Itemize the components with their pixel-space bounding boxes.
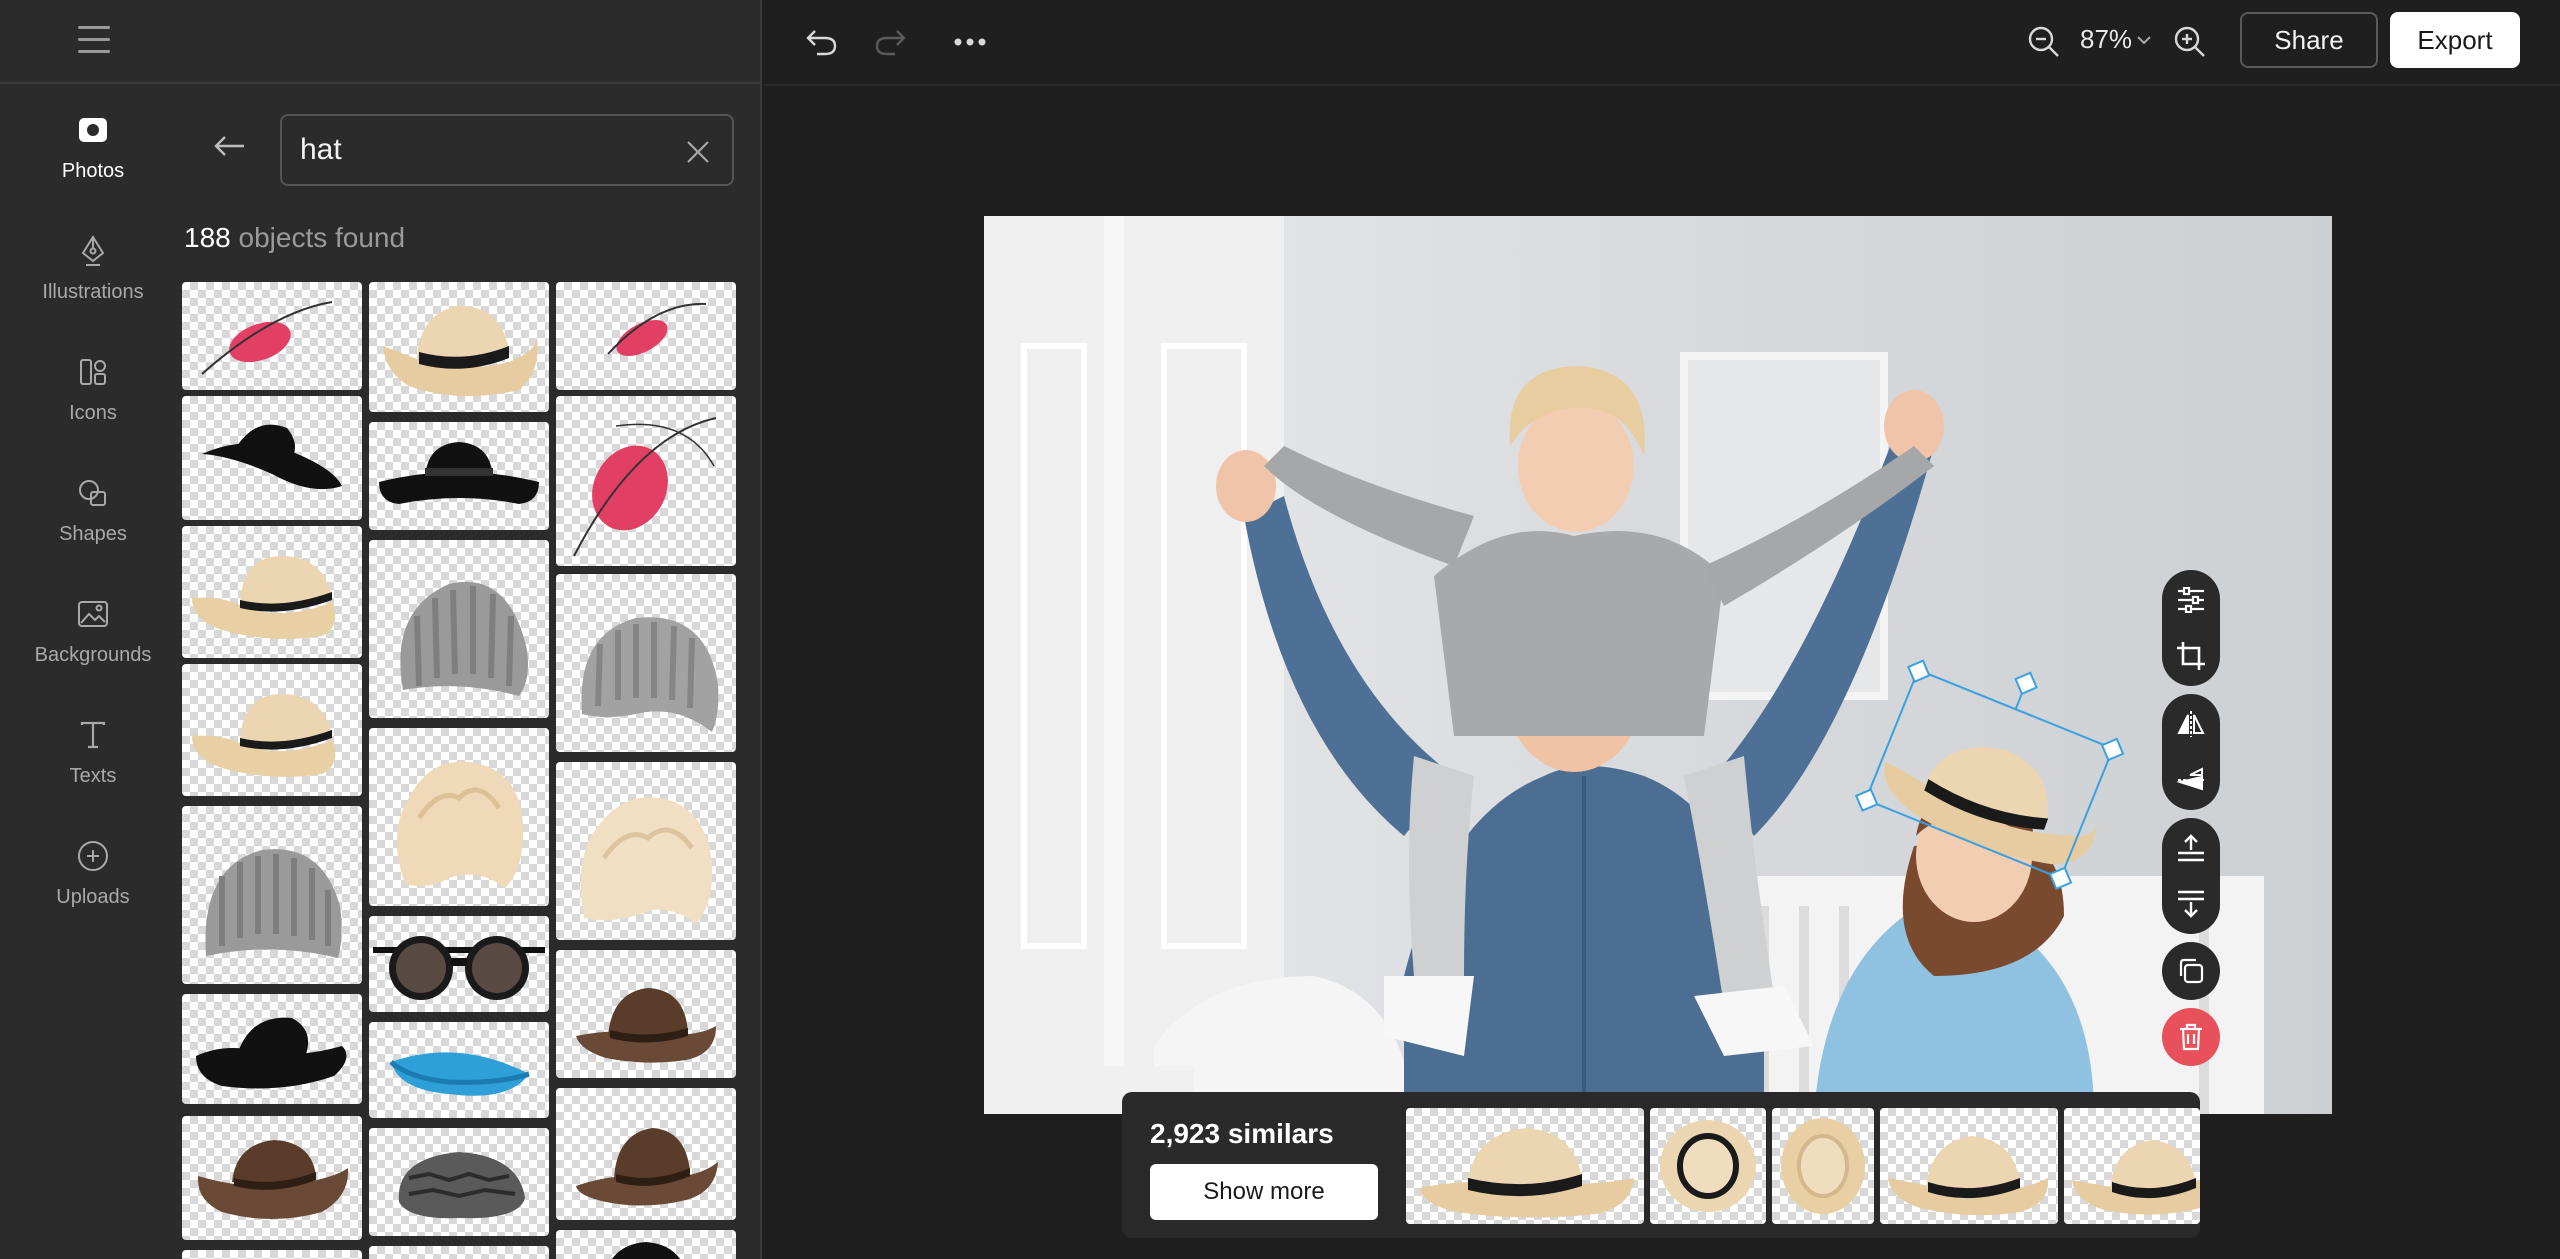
result-thumb[interactable] xyxy=(556,762,736,940)
similar-thumb[interactable] xyxy=(1880,1108,2058,1224)
result-thumb[interactable] xyxy=(182,664,362,796)
redo-icon[interactable] xyxy=(868,20,912,64)
delete-icon[interactable] xyxy=(2162,1009,2220,1065)
similar-thumb[interactable] xyxy=(1406,1108,1644,1224)
result-thumb[interactable] xyxy=(369,728,549,906)
similars-count: 2,923 similars xyxy=(1150,1118,1334,1149)
tool-group-duplicate xyxy=(2162,942,2220,1000)
rail-label: Uploads xyxy=(56,886,130,908)
result-thumb[interactable] xyxy=(556,950,736,1078)
similar-thumb[interactable] xyxy=(1650,1108,1766,1224)
rail-label: Illustrations xyxy=(42,281,144,303)
category-rail: Photos Illustrations Icons Shapes Backgr… xyxy=(0,86,186,933)
export-button[interactable]: Export xyxy=(2390,12,2520,68)
result-thumb[interactable] xyxy=(556,396,736,566)
tool-group-edit xyxy=(2162,570,2220,686)
adjust-sliders-icon[interactable] xyxy=(2162,572,2220,628)
result-thumb[interactable] xyxy=(556,1230,736,1259)
icons-grid-icon xyxy=(73,352,113,392)
result-thumb[interactable] xyxy=(369,916,549,1012)
rail-item-shapes[interactable]: Shapes xyxy=(0,449,186,570)
result-thumb[interactable] xyxy=(182,806,362,984)
rail-item-icons[interactable]: Icons xyxy=(0,328,186,449)
result-thumb[interactable] xyxy=(369,1022,549,1118)
shapes-icon xyxy=(73,473,113,513)
rail-label: Photos xyxy=(61,160,125,182)
result-thumb[interactable] xyxy=(369,422,549,530)
more-options-icon[interactable] xyxy=(948,20,992,64)
similar-thumb[interactable] xyxy=(1772,1108,1874,1224)
text-t-icon xyxy=(73,715,113,755)
rail-item-uploads[interactable]: Uploads xyxy=(0,812,186,933)
results-grid xyxy=(182,282,736,1259)
crop-icon[interactable] xyxy=(2162,628,2220,684)
search-box xyxy=(280,114,734,186)
similars-bar: 2,923 similars Show more xyxy=(1122,1092,2200,1238)
rail-label: Icons xyxy=(69,402,117,424)
results-count-label: objects found xyxy=(238,222,406,253)
canvas-photo[interactable] xyxy=(984,216,2332,1114)
show-more-button[interactable]: Show more xyxy=(1150,1164,1378,1220)
result-thumb[interactable] xyxy=(182,282,362,390)
panel-topbar xyxy=(0,0,762,84)
similar-thumb[interactable] xyxy=(2064,1108,2200,1224)
left-panel: Photos Illustrations Icons Shapes Backgr… xyxy=(0,0,762,1259)
result-thumb[interactable] xyxy=(556,1088,736,1220)
result-thumb[interactable] xyxy=(182,994,362,1104)
tool-group-arrange xyxy=(2162,818,2220,934)
result-thumb[interactable] xyxy=(556,574,736,752)
result-thumb[interactable] xyxy=(182,1250,362,1259)
results-count: 188 objects found xyxy=(184,222,405,254)
editor-app: Photos Illustrations Icons Shapes Backgr… xyxy=(0,0,2560,1259)
search-input[interactable] xyxy=(300,130,660,170)
result-thumb[interactable] xyxy=(182,396,362,520)
image-icon xyxy=(73,594,113,634)
rail-label: Backgrounds xyxy=(34,644,152,666)
result-thumb[interactable] xyxy=(369,1246,549,1259)
duplicate-icon[interactable] xyxy=(2162,943,2220,999)
result-thumb[interactable] xyxy=(369,540,549,718)
share-button[interactable]: Share xyxy=(2240,12,2378,68)
rail-label: Texts xyxy=(69,765,117,787)
flip-horizontal-icon[interactable] xyxy=(2162,696,2220,752)
result-thumb[interactable] xyxy=(369,1128,549,1236)
rail-label: Shapes xyxy=(59,523,127,545)
undo-icon[interactable] xyxy=(800,20,844,64)
flip-vertical-icon[interactable] xyxy=(2162,752,2220,808)
zoom-level[interactable]: 87% xyxy=(2080,24,2132,55)
rail-item-texts[interactable]: Texts xyxy=(0,691,186,812)
results-count-number: 188 xyxy=(184,222,231,253)
rail-item-illustrations[interactable]: Illustrations xyxy=(0,207,186,328)
tool-group-flip xyxy=(2162,694,2220,810)
plus-circle-icon xyxy=(73,836,113,876)
zoom-out-icon[interactable] xyxy=(2022,20,2066,64)
rail-item-photos[interactable]: Photos xyxy=(0,86,186,207)
hamburger-menu-icon[interactable] xyxy=(78,26,110,56)
result-thumb[interactable] xyxy=(182,526,362,658)
result-thumb[interactable] xyxy=(556,282,736,390)
result-thumb[interactable] xyxy=(369,282,549,412)
bring-forward-icon[interactable] xyxy=(2162,820,2220,876)
close-icon[interactable] xyxy=(680,134,716,170)
tool-group-delete xyxy=(2162,1008,2220,1066)
camera-icon xyxy=(73,110,113,150)
pen-nib-icon xyxy=(73,231,113,271)
back-arrow-icon[interactable] xyxy=(210,126,250,166)
result-thumb[interactable] xyxy=(182,1116,362,1240)
rail-item-backgrounds[interactable]: Backgrounds xyxy=(0,570,186,691)
zoom-in-icon[interactable] xyxy=(2168,20,2212,64)
chevron-down-icon[interactable] xyxy=(2134,30,2154,50)
send-backward-icon[interactable] xyxy=(2162,876,2220,932)
